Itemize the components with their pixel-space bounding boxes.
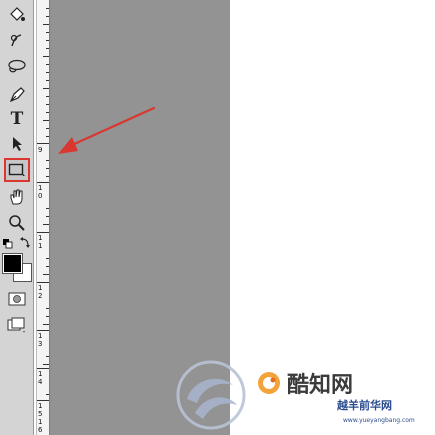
rectangle-tool-icon [8,163,25,176]
path-selection-tool[interactable] [4,133,30,155]
ruler-label: 1 [38,370,43,378]
paint-bucket-tool[interactable] [4,4,30,26]
rectangle-tool[interactable] [4,158,30,182]
type-tool[interactable]: T [4,108,30,130]
ruler-label: 0 [38,192,43,200]
ruler-label: 1 [38,402,43,410]
burn-tool-icon [10,34,22,47]
zoom-tool-icon [9,215,25,231]
tools-panel: T [0,0,34,435]
ruler-label: 1 [38,418,43,426]
ruler-label: 5 [38,410,43,418]
quick-mask-icon [8,292,26,306]
lasso-path-tool[interactable] [4,56,30,78]
burn-tool[interactable] [4,30,30,52]
ruler-label: 9 [38,146,43,154]
hand-tool-icon [10,189,23,205]
ruler-label: 3 [38,340,43,348]
quick-mask-button[interactable] [4,288,30,310]
ruler-label: 1 [38,242,43,250]
foreground-color-swatch[interactable] [2,253,23,274]
annotation-arrow-icon [58,106,156,154]
path-selection-icon [13,137,22,151]
ruler-label: 1 [38,184,43,192]
ruler-label: 1 [38,332,43,340]
watermark-swirl-icon [176,360,246,430]
watermark-title: 酷知网 [287,373,354,398]
ruler-label: 1 [38,234,43,242]
watermark: 酷知网 越羊前华网 www.yueyangbang.com [175,355,435,435]
zoom-tool[interactable] [4,212,30,234]
ruler-label: 2 [38,292,43,300]
type-tool-icon: T [10,109,24,129]
ruler-label: 4 [38,378,43,386]
lasso-path-icon [8,59,26,73]
ruler-label: 6 [38,426,43,434]
pen-tool[interactable] [4,84,30,106]
watermark-url: www.yueyangbang.com [343,417,415,424]
watermark-logo-mark-icon [258,372,280,394]
ruler-label: 1 [38,284,43,292]
screen-mode-button[interactable] [4,314,30,336]
pen-tool-icon [9,87,25,103]
vertical-ruler: 9 1 0 1 1 1 2 1 3 1 4 1 5 1 6 [36,0,50,435]
screen-mode-icon [7,317,25,333]
paint-bucket-icon [10,7,25,21]
swap-colors-icon[interactable] [2,236,32,250]
hand-tool[interactable] [4,186,30,208]
watermark-subtitle: 越羊前华网 [337,399,392,412]
